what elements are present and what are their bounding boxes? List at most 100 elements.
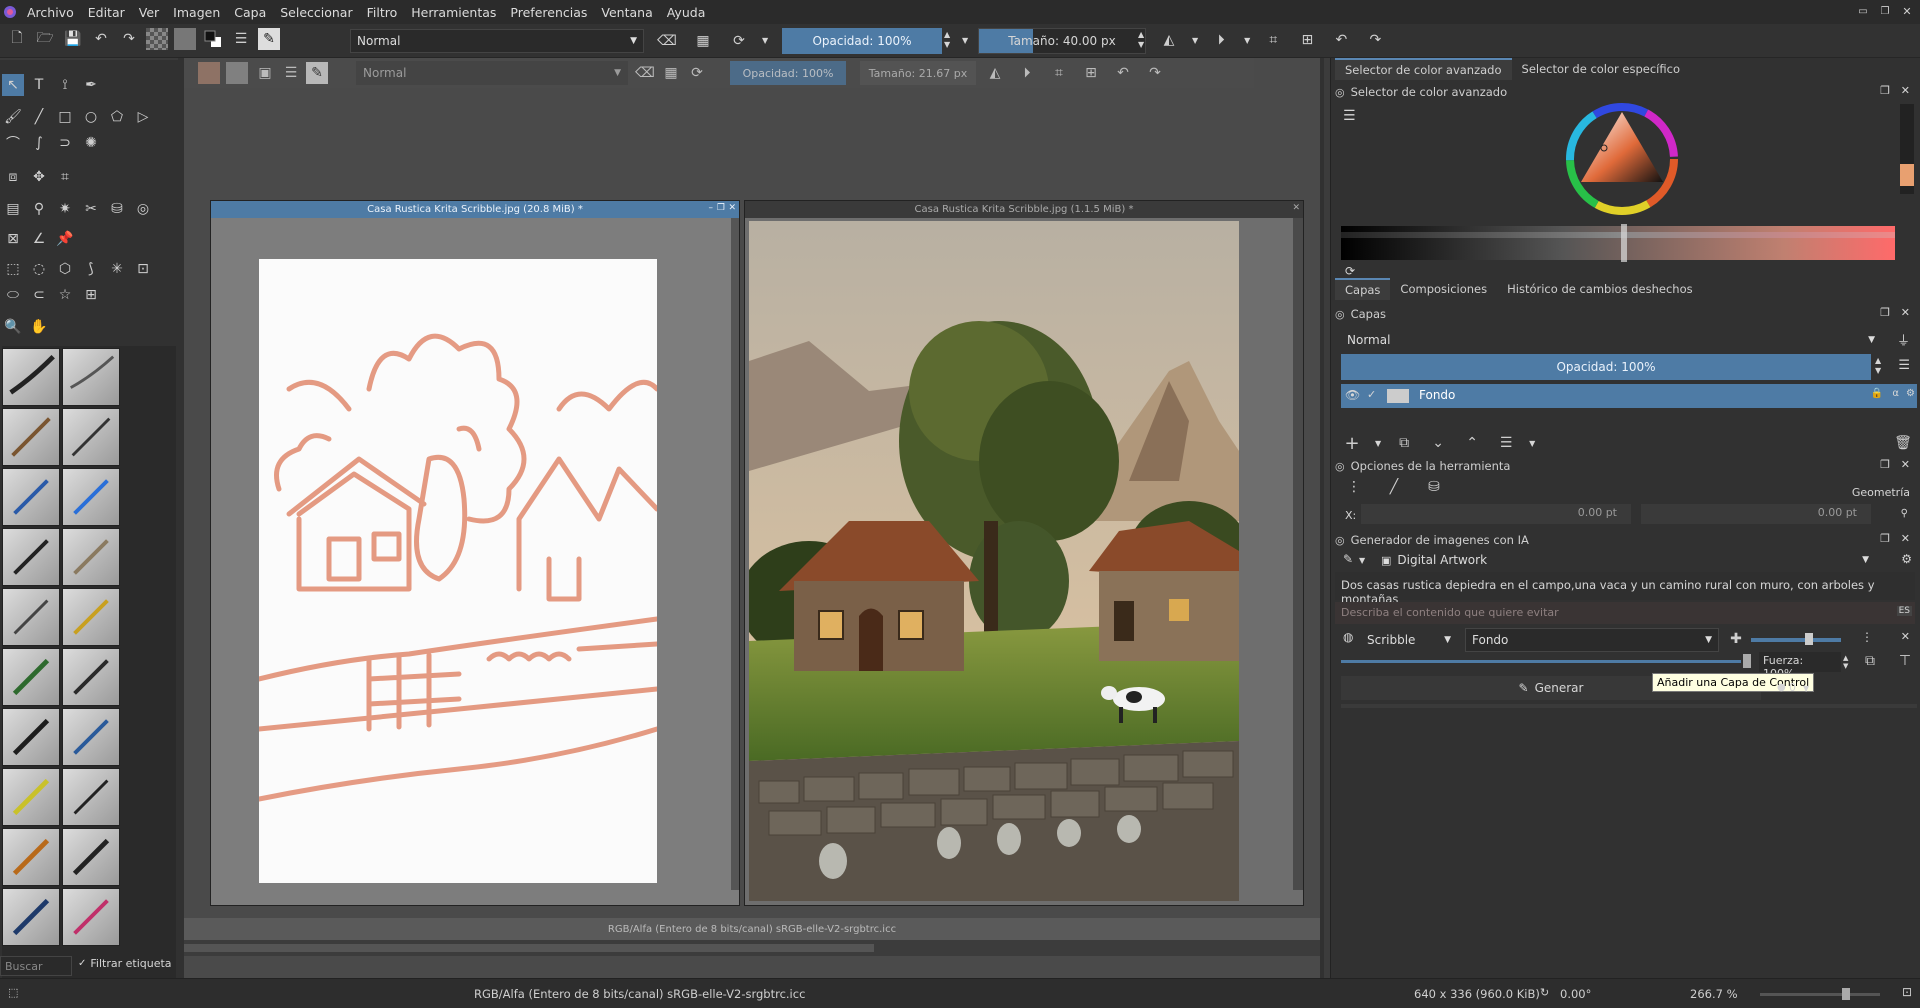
lock-icon[interactable]: ◎ (1335, 86, 1345, 99)
gradient-tool-icon[interactable]: ▤ (2, 198, 24, 220)
alpha-lock-icon[interactable]: ▦ (692, 30, 714, 52)
multibrush-icon[interactable]: ✺ (80, 132, 102, 154)
lock-icon[interactable]: ◎ (1335, 460, 1345, 473)
opacity-slider[interactable]: Opacidad: 100% (782, 28, 942, 54)
size-slider[interactable]: Tamaño: 40.00 px (978, 28, 1146, 54)
brush-preset-6[interactable] (62, 468, 120, 526)
brush-preset-13[interactable] (2, 708, 60, 766)
freehand-brush-icon[interactable]: 🖌 (2, 106, 24, 128)
brush-preset-12[interactable] (62, 648, 120, 706)
refresh-icon[interactable]: ⟳ (1345, 264, 1355, 278)
gradient-preset-icon[interactable] (146, 28, 168, 50)
mirror-vertical-icon[interactable]: ⏵ (1210, 29, 1232, 51)
float-panel-icon[interactable]: ❐ (1880, 532, 1890, 545)
layer-stack-icon[interactable]: ⧉ (1859, 650, 1881, 672)
control-layer-select[interactable]: Fondo ▼ (1465, 628, 1719, 652)
pattern-preset-icon[interactable] (226, 62, 248, 84)
alpha-inherit-icon[interactable]: α (1892, 388, 1899, 399)
more-options-icon[interactable]: ⋮ (1861, 630, 1873, 644)
layer-row-fondo[interactable]: 👁 ✓ Fondo 🔒 α ⚙ (1341, 384, 1917, 408)
reference-tool-icon[interactable]: 📌 (54, 228, 76, 250)
reload-preset-icon[interactable]: ⟳ (686, 62, 708, 84)
polygon-select-icon[interactable]: ⬡ (54, 258, 76, 280)
redo-icon[interactable]: ↷ (1364, 29, 1386, 51)
brush-preset-16[interactable] (62, 768, 120, 826)
menu-preferencias[interactable]: Preferencias (503, 5, 594, 20)
similar-select-icon[interactable]: ⊡ (132, 258, 154, 280)
menu-ventana[interactable]: Ventana (594, 5, 659, 20)
ghost-blend-select[interactable]: Normal ▼ (356, 61, 628, 85)
brush-preset-20[interactable] (62, 888, 120, 946)
language-badge[interactable]: ES (1896, 606, 1912, 616)
opacity-spin-icon[interactable]: ▲ ▼ (944, 30, 950, 50)
redo-icon[interactable]: ↷ (1144, 62, 1166, 84)
brush-preset-19[interactable] (2, 888, 60, 946)
layer-properties-icon[interactable]: ⚙ (1906, 388, 1915, 399)
move-layer-down-icon[interactable]: ⌄ (1427, 432, 1449, 454)
tab-compositions[interactable]: Composiciones (1390, 278, 1497, 300)
workspace-mode-icon[interactable]: ✎ (1343, 552, 1353, 566)
close-icon[interactable]: ✕ (1901, 458, 1910, 471)
bezier-select-icon[interactable]: ⬭ (2, 284, 24, 306)
edit-shapes-icon[interactable]: ⟟ (54, 74, 76, 96)
zoom-value[interactable]: 266.7 % (1690, 987, 1738, 1001)
lock-layer-icon[interactable]: 🔒 (1871, 388, 1883, 399)
brush-preset-15[interactable] (2, 768, 60, 826)
zoom-slider[interactable] (1760, 988, 1880, 1000)
undo-icon[interactable]: ↶ (1330, 29, 1352, 51)
filter-icon[interactable]: ⏚ (1897, 330, 1910, 349)
document-window-generated[interactable]: Casa Rustica Krita Scribble.jpg (1.1.5 M… (744, 200, 1304, 906)
close-icon[interactable]: ✕ (1901, 84, 1910, 97)
strength-input[interactable]: Fuerza: 100% (1759, 652, 1841, 680)
undo-icon[interactable]: ↶ (1112, 62, 1134, 84)
redo-icon[interactable]: ↷ (118, 28, 140, 50)
close-icon[interactable]: ✕ (728, 203, 736, 213)
undo-icon[interactable]: ↶ (90, 28, 112, 50)
calligraphy-icon[interactable]: ✒ (80, 74, 102, 96)
document-title-bar[interactable]: Casa Rustica Krita Scribble.jpg (1.1.5 M… (745, 201, 1303, 218)
horizontal-scrollbar[interactable] (184, 940, 1320, 956)
reload-preset-icon[interactable]: ⟳ (728, 30, 750, 52)
crop-icon[interactable]: ⌗ (1262, 29, 1284, 51)
ellipse-select-icon[interactable]: ◌ (28, 258, 50, 280)
brush-preset-9[interactable] (2, 588, 60, 646)
save-icon[interactable]: 💾 (62, 28, 84, 50)
close-icon[interactable]: ✕ (1901, 306, 1910, 319)
mirror-vertical-icon[interactable]: ⏵ (1016, 62, 1038, 84)
wrap-around-icon[interactable]: ⊞ (1080, 62, 1102, 84)
line-tool-icon[interactable]: ╱ (28, 106, 50, 128)
mirror-horizontal-icon[interactable]: ◭ (984, 62, 1006, 84)
settings-list-icon[interactable]: ☰ (1343, 108, 1356, 124)
menu-herramientas[interactable]: Herramientas (404, 5, 503, 20)
brush-preset-8[interactable] (62, 528, 120, 586)
tab-layers[interactable]: Capas (1335, 278, 1391, 300)
selection-mode-icon[interactable]: ⬚ (8, 986, 18, 999)
close-icon[interactable]: ✕ (1901, 532, 1910, 545)
float-panel-icon[interactable]: ❐ (1880, 306, 1890, 319)
vertical-scrollbar[interactable] (731, 218, 739, 890)
opacity-spin-icon[interactable]: ▲ ▼ (1875, 356, 1881, 376)
minimize-icon[interactable]: ▭ (1854, 2, 1872, 20)
crop-tool-icon[interactable]: ⌗ (54, 166, 76, 188)
document-window-scribble[interactable]: Casa Rustica Krita Scribble.jpg (20.8 Mi… (210, 200, 740, 906)
crop-icon[interactable]: ⌗ (1048, 62, 1070, 84)
fg-bg-color-icon[interactable] (202, 28, 224, 50)
duplicate-layer-icon[interactable]: ⧉ (1393, 432, 1415, 454)
ai-prompt-input[interactable]: Dos casas rustica depiedra en el campo,u… (1335, 572, 1915, 606)
magic-wand-icon[interactable]: ✳ (106, 258, 128, 280)
ghost-opacity-slider[interactable]: Opacidad: 100% (730, 61, 846, 85)
control-range-slider[interactable] (1341, 660, 1741, 663)
tab-undo-history[interactable]: Histórico de cambios deshechos (1497, 278, 1702, 300)
y-position-input[interactable]: 0.00 pt (1641, 504, 1871, 524)
brush-preset-4[interactable] (62, 408, 120, 466)
tab-advanced-color[interactable]: Selector de color avanzado (1335, 58, 1512, 80)
strength-spin-icon[interactable]: ▲ ▼ (1843, 654, 1848, 670)
ellipse-tool-icon[interactable]: ○ (80, 106, 102, 128)
menu-icon[interactable]: ☰ (1898, 358, 1910, 373)
brush-search-input[interactable]: Buscar (0, 956, 72, 976)
text-frame-icon[interactable]: ⊤ (1894, 650, 1916, 672)
delete-layer-icon[interactable]: 🗑 (1892, 432, 1914, 454)
zoom-slider-handle[interactable] (1842, 988, 1850, 1000)
pan-tool-icon[interactable]: ✋ (28, 316, 50, 338)
brush-preset-3[interactable] (2, 408, 60, 466)
